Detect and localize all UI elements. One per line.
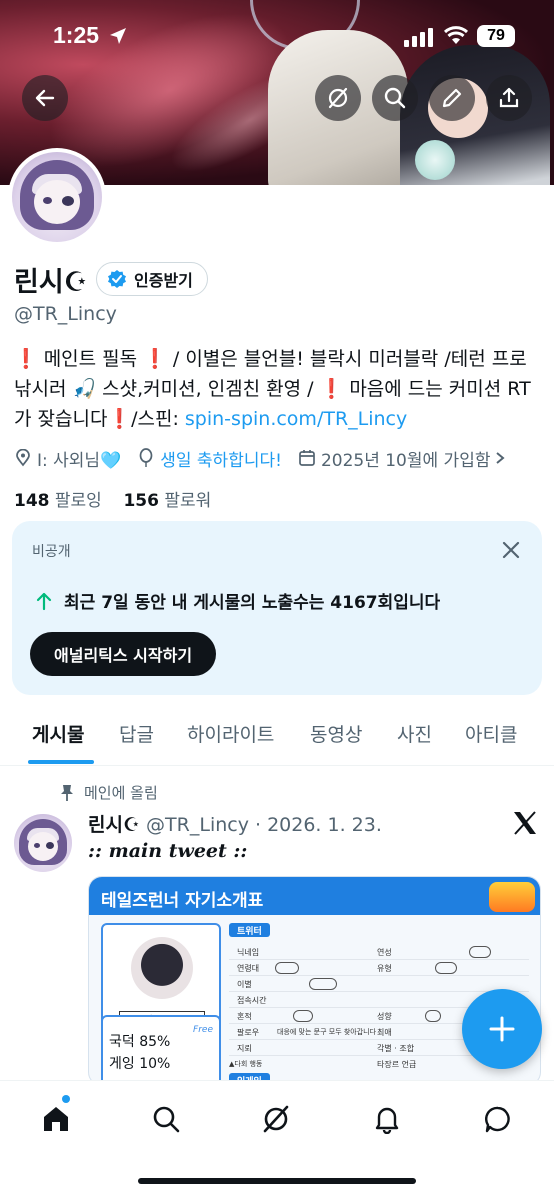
grok-icon [328, 87, 348, 109]
image-label: ▲다회 행동 [229, 1060, 263, 1068]
start-analytics-button[interactable]: 애널리틱스 시작하기 [30, 632, 217, 676]
post-author-avatar[interactable] [14, 814, 72, 872]
image-label: 닉네임 [237, 948, 260, 957]
close-icon[interactable] [500, 539, 522, 561]
image-label: 접속시간 [237, 996, 267, 1005]
image-label: 연성 [377, 948, 392, 957]
grok-button[interactable] [315, 75, 361, 121]
tab-posts[interactable]: 게시물 [32, 720, 84, 747]
image-label: 성향 [377, 1012, 392, 1021]
nav-notifications[interactable] [367, 1099, 407, 1139]
calendar-icon [299, 450, 315, 466]
post-author-handle[interactable]: @TR_Lincy [146, 814, 249, 836]
home-notification-dot [62, 1095, 70, 1103]
bell-icon [375, 1107, 399, 1134]
profile-birthday[interactable]: 생일 축하합니다! [160, 446, 282, 471]
image-snippet: 대응에 맞는 문구 모두 찾아갑니다 [277, 1028, 377, 1036]
verified-badge-icon [108, 270, 126, 288]
search-icon [153, 1106, 180, 1133]
game-logo [489, 882, 535, 912]
x-logo-icon[interactable] [512, 810, 538, 836]
profile-handle: @TR_Lincy [14, 303, 117, 325]
followers-label: 팔로워 [164, 491, 212, 511]
nav-search[interactable] [146, 1099, 186, 1139]
nav-home[interactable] [36, 1099, 76, 1139]
analytics-card: 비공개 최근 7일 동안 내 게시물의 노출수는 4167회입니다 애널리틱스 … [12, 521, 542, 695]
arrow-up-icon [36, 592, 52, 610]
analytics-message-text: 최근 7일 동안 내 게시물의 노출수는 4167회입니다 [64, 593, 441, 613]
post-header: 린시☪ @TR_Lincy · 2026. 1. 23. [88, 810, 382, 837]
image-free-label: Free [193, 1025, 213, 1035]
image-label: 이별 [237, 980, 252, 989]
location-services-icon [110, 28, 126, 44]
battery-indicator: 79 [477, 25, 515, 47]
nav-grok[interactable] [256, 1099, 296, 1139]
status-bar: 1:25 79 [0, 22, 554, 52]
messages-icon [485, 1106, 510, 1133]
followers-link[interactable]: 156 팔로워 [123, 491, 211, 511]
back-button[interactable] [22, 75, 68, 121]
post-author-name[interactable]: 린시☪ [88, 814, 140, 836]
pinned-label: 메인에 올림 [60, 782, 158, 803]
tab-articles[interactable]: 아티클 [465, 720, 517, 747]
edit-button[interactable] [429, 75, 475, 121]
grok-icon [263, 1105, 289, 1133]
nav-messages[interactable] [478, 1099, 518, 1139]
compose-button[interactable] [462, 989, 542, 1069]
tab-highlights[interactable]: 하이라이트 [187, 720, 274, 747]
image-stat-2: 게잉 10% [109, 1056, 171, 1072]
profile-meta: I: 사외님🩵 생일 축하합니다! 2025년 10월에 가입함 [14, 445, 544, 471]
image-label: 연령대 [237, 964, 260, 973]
tab-replies[interactable]: 답글 [119, 720, 154, 747]
search-icon [384, 87, 406, 109]
home-icon [44, 1107, 68, 1131]
post-text: :: 𝒎𝒂𝒊𝒏 𝒕𝒘𝒆𝒆𝒕 :: [88, 840, 248, 862]
image-section-twitter: 트위터 [229, 923, 270, 937]
image-label: 유형 [377, 964, 392, 973]
profile-tabs: 게시물 답글 하이라이트 동영상 사진 아티클 [0, 712, 554, 766]
back-arrow-icon [35, 89, 55, 107]
profile-location: I: 사외님🩵 [37, 450, 122, 471]
get-verified-button[interactable]: 인증받기 [96, 262, 208, 296]
search-button[interactable] [372, 75, 418, 121]
cellular-signal-icon [404, 28, 433, 47]
image-label: 각별 · 조합 [377, 1044, 415, 1053]
share-button[interactable] [486, 75, 532, 121]
get-verified-label: 인증받기 [134, 271, 193, 290]
bio-link[interactable]: spin-spin.com/TR_Lincy [185, 408, 407, 430]
wifi-icon [443, 26, 469, 44]
status-time: 1:25 [53, 22, 100, 48]
plus-icon [489, 1016, 515, 1042]
tab-videos[interactable]: 동영상 [310, 720, 362, 747]
pencil-icon [442, 88, 462, 108]
pin-icon [61, 784, 73, 801]
profile-display-name: 린시☪ [14, 267, 88, 298]
location-pin-icon [16, 449, 30, 467]
image-label: 팔로우 [237, 1028, 260, 1037]
privacy-label: 비공개 [32, 544, 71, 560]
image-stats-box: Free 국덕 85% 게잉 10% [101, 1015, 221, 1085]
tab-photos[interactable]: 사진 [397, 720, 432, 747]
home-indicator [138, 1178, 416, 1184]
share-icon [499, 87, 519, 108]
post-date[interactable]: · 2026. 1. 23. [255, 814, 382, 836]
chevron-right-icon[interactable] [495, 451, 506, 465]
image-label: 지뢰 [237, 1044, 252, 1053]
following-label: 팔로잉 [54, 491, 102, 511]
pinned-label-text: 메인에 올림 [84, 784, 158, 802]
image-label: 타장르 언급 [377, 1060, 417, 1069]
follow-counts: 148 팔로잉 156 팔로워 [14, 486, 211, 511]
followers-count: 156 [123, 491, 159, 511]
image-label: 최애 [377, 1028, 392, 1037]
following-count: 148 [14, 491, 50, 511]
analytics-message: 최근 7일 동안 내 게시물의 노출수는 4167회입니다 [34, 588, 440, 613]
active-tab-indicator [28, 760, 94, 764]
profile-avatar[interactable] [8, 148, 106, 246]
profile-bio: ❗️ 메인트 필독 ❗️ / 이별은 블언블! 블락시 미러블락 /테런 프로 … [14, 344, 542, 434]
following-link[interactable]: 148 팔로잉 [14, 491, 102, 511]
image-label: 혼적 [237, 1012, 252, 1021]
image-title: 테일즈런너 자기소개표 [89, 877, 540, 915]
balloon-icon [139, 448, 153, 467]
profile-joined: 2025년 10월에 가입함 [320, 450, 491, 471]
